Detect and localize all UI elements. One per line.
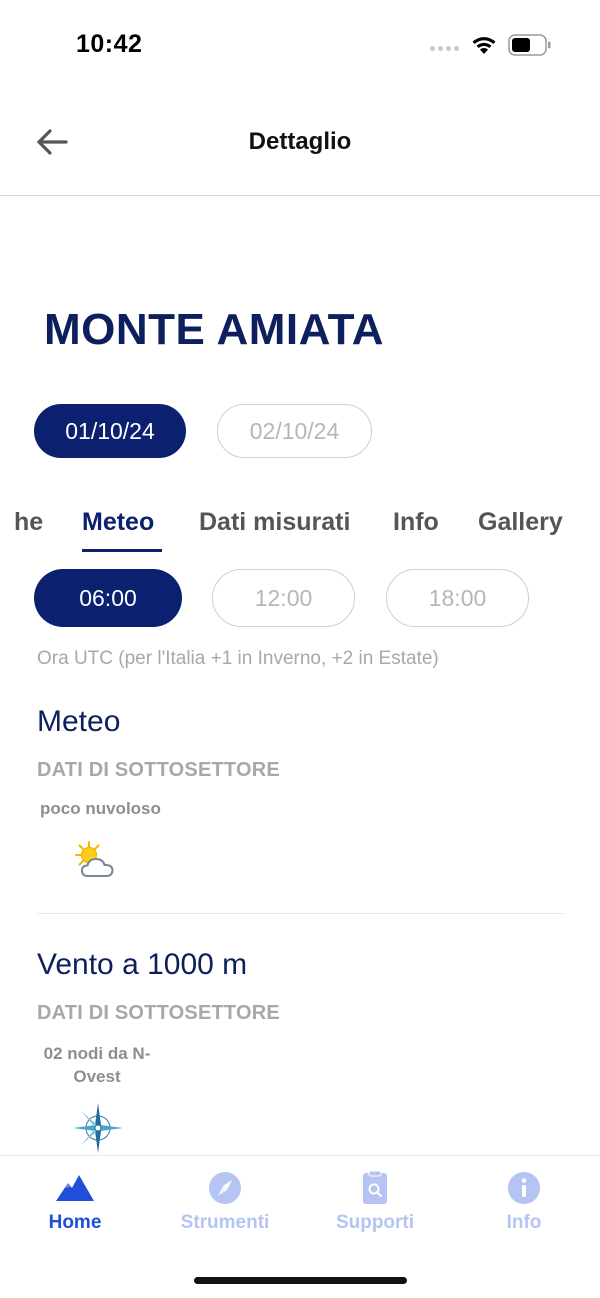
time-pill[interactable]: 12:00 <box>212 569 355 627</box>
date-pill-selected[interactable]: 01/10/24 <box>34 404 186 458</box>
meteo-section-subtitle: DATI DI SOTTOSETTORE <box>37 759 280 781</box>
section-divider <box>37 913 564 914</box>
date-pill[interactable]: 02/10/24 <box>217 404 372 458</box>
wind-value-line: 02 nodi da N- <box>43 1044 151 1063</box>
status-bar: 10:42 <box>0 0 600 90</box>
tab-active-indicator <box>82 549 162 552</box>
nav-header: Dettaglio <box>0 90 600 196</box>
tab-meteo[interactable]: Meteo <box>82 508 154 537</box>
status-time: 10:42 <box>76 30 143 58</box>
tab-partial[interactable]: he <box>14 508 43 537</box>
clipboard-search-icon <box>363 1170 387 1204</box>
tab-info[interactable]: Info <box>393 508 439 537</box>
nav-item-supporti[interactable]: Supporti <box>315 1170 435 1234</box>
wind-value: 02 nodi da N- Ovest <box>37 1042 157 1088</box>
wind-section-title: Vento a 1000 m <box>37 948 248 981</box>
tab-dati-misurati[interactable]: Dati misurati <box>199 508 350 537</box>
partly-cloudy-icon <box>75 841 114 877</box>
header-title: Dettaglio <box>248 128 352 155</box>
wind-section-subtitle: DATI DI SOTTOSETTORE <box>37 1002 280 1024</box>
meteo-section-title: Meteo <box>37 705 121 738</box>
time-pill[interactable]: 18:00 <box>386 569 529 627</box>
mountain-icon <box>56 1175 94 1201</box>
nav-label: Home <box>48 1212 102 1233</box>
cellular-signal-icon <box>430 46 459 51</box>
utc-note: Ora UTC (per l'Italia +1 in Inverno, +2 … <box>37 648 439 669</box>
battery-icon <box>508 34 551 56</box>
compass-icon <box>209 1172 241 1204</box>
tab-bar: he Meteo Dati misurati Info Gallery <box>0 508 600 558</box>
nav-label: Info <box>506 1212 542 1233</box>
meteo-condition: poco nuvoloso <box>40 799 161 818</box>
nav-label: Strumenti <box>180 1212 270 1233</box>
nav-item-info[interactable]: Info <box>464 1170 584 1234</box>
tab-gallery[interactable]: Gallery <box>478 508 563 537</box>
wifi-icon <box>472 37 496 54</box>
nav-label: Supporti <box>335 1212 415 1233</box>
info-icon <box>508 1172 540 1204</box>
wind-value-line: Ovest <box>73 1067 121 1086</box>
nav-item-home[interactable]: Home <box>15 1170 135 1234</box>
nav-item-strumenti[interactable]: Strumenti <box>165 1170 285 1234</box>
compass-rose-icon <box>73 1103 123 1153</box>
time-pill-selected[interactable]: 06:00 <box>34 569 182 627</box>
page-title: MONTE AMIATA <box>44 305 385 354</box>
home-indicator <box>194 1277 407 1284</box>
